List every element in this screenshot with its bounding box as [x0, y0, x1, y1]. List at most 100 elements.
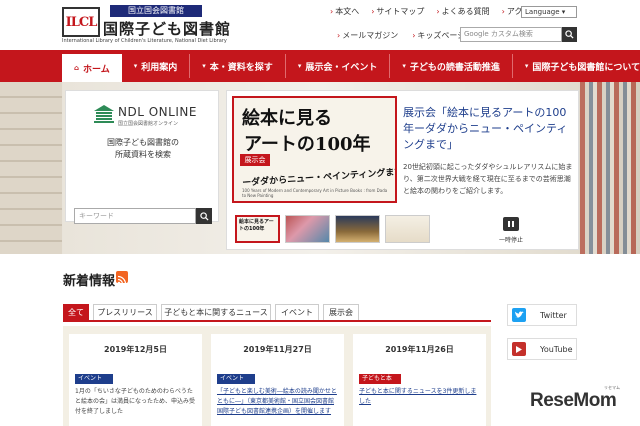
news-category-badge: イベント — [75, 374, 113, 384]
util-link-kids[interactable]: › キッズページ — [412, 30, 465, 41]
nav-item-label: 本・資料を探す — [209, 62, 273, 73]
featured-exhibition-carousel: 絵本に見る アートの100年 展示会 ーダダからニュー・ペインティングまで 10… — [226, 90, 579, 250]
nav-item-label: 子どもの読書活動推進 — [409, 62, 500, 73]
nav-item-guide[interactable]: ▾ 利用案内 — [122, 54, 191, 78]
youtube-icon — [512, 342, 526, 356]
util-link-sitemap[interactable]: › サイトマップ — [371, 6, 424, 17]
utility-links-secondary: › メールマガジン › キッズページ — [337, 30, 465, 41]
pause-icon — [508, 221, 510, 227]
arrow-icon: › — [412, 31, 416, 40]
home-icon: ⌂ — [74, 64, 80, 72]
news-link[interactable]: 子どもと本に関するニュースを3件更新しました — [359, 387, 481, 407]
ndl-online-subtitle: 国立国会図書館オンライン — [118, 121, 179, 127]
news-card[interactable]: 2019年11月26日 子どもと本 子どもと本に関するニュースを3件更新しました — [353, 334, 486, 426]
nav-item-home[interactable]: ⌂ ホーム — [62, 54, 122, 82]
youtube-label: YouTube — [540, 344, 573, 354]
nav-item-reading-promotion[interactable]: ▾ 子どもの読書活動推進 — [390, 54, 513, 78]
nav-item-label: 利用案内 — [141, 62, 178, 73]
exhibition-title-link[interactable]: 展示会「絵本に見るアートの100年ーダダからニュー・ペインティングまで」 — [403, 105, 575, 153]
site-logo[interactable]: ILCL — [62, 7, 100, 37]
ndl-desc-line: 国際子ども図書館の — [107, 138, 179, 147]
nav-item-label: 国際子ども図書館について — [532, 62, 640, 73]
hero-background-photo-right — [580, 82, 640, 254]
poster-english-subtitle: 100 Years of Modern and Contemporary Art… — [242, 188, 388, 198]
site-header: ILCL 国立国会図書館 国際子ども図書館 International Libr… — [0, 0, 640, 50]
util-link-faq[interactable]: › よくある質問 — [436, 6, 489, 17]
play-icon — [516, 345, 522, 353]
search-icon — [565, 30, 574, 39]
util-link-label: よくある質問 — [441, 7, 490, 16]
ndl-online-search-panel: NDL ONLINE 国立国会図書館オンライン 国際子ども図書館の 所蔵資料を検… — [65, 90, 220, 224]
util-link-label: メールマガジン — [342, 31, 399, 40]
arrow-icon: › — [330, 7, 334, 16]
tab-all[interactable]: 全て — [63, 304, 89, 320]
news-card[interactable]: 2019年11月27日 イベント 「子どもと楽しむ美術―絵本の読み聞かせとともに… — [211, 334, 344, 426]
ndl-search-button[interactable] — [196, 208, 212, 224]
news-text: 1月の「ちいさな子どものためのわらべうたと絵本の会」は満員になったため、申込み受… — [75, 388, 196, 415]
carousel-thumb[interactable] — [285, 215, 330, 243]
chevron-down-icon: ▾ — [297, 62, 302, 70]
news-list: 2019年12月5日 イベント 1月の「ちいさな子どものためのわらべうたと絵本の… — [63, 326, 491, 426]
parent-org-label: 国立国会図書館 — [110, 5, 202, 17]
twitter-bird-icon — [514, 311, 524, 318]
site-search-input[interactable]: Google カスタム検索 — [460, 27, 562, 42]
twitter-label: Twitter — [540, 310, 567, 320]
rss-feed-icon — [117, 275, 127, 285]
site-search-button[interactable] — [562, 27, 577, 42]
nav-item-label: 展示会・イベント — [305, 62, 378, 73]
ndl-online-description: 国際子ども図書館の 所蔵資料を検索 — [66, 137, 220, 161]
ndl-keyword-input[interactable]: キーワード — [74, 208, 196, 224]
chevron-down-icon: ▾ — [202, 62, 206, 70]
ndl-logo-icon — [94, 105, 114, 123]
exhibition-poster[interactable]: 絵本に見る アートの100年 展示会 ーダダからニュー・ペインティングまで 10… — [232, 96, 397, 203]
news-tabs: 全て プレスリリース 子どもと本に関するニュース イベント 展示会 — [63, 304, 491, 322]
ndl-online-title[interactable]: NDL ONLINE — [118, 105, 197, 119]
arrow-icon: › — [501, 7, 505, 16]
tab-children-books-news[interactable]: 子どもと本に関するニュース — [161, 304, 271, 320]
exhibition-description: 20世紀初頭に起こったダダやシュルレアリスムに始まり、第二次世界大戦を経て現在に… — [403, 163, 573, 195]
language-select-label: Language — [525, 8, 560, 16]
news-card[interactable]: 2019年12月5日 イベント 1月の「ちいさな子どものためのわらべうたと絵本の… — [69, 334, 202, 426]
nav-item-about[interactable]: ▾ 国際子ども図書館について — [513, 54, 640, 78]
tab-exhibitions[interactable]: 展示会 — [323, 304, 359, 320]
news-link[interactable]: 「子どもと楽しむ美術―絵本の読み聞かせとともに―」（東京都美術館・国立国会図書館… — [217, 387, 339, 417]
util-link-newsletter[interactable]: › メールマガジン — [337, 30, 398, 41]
carousel-pause-label: 一時停止 — [499, 237, 524, 244]
util-link-label: 本文へ — [335, 7, 360, 16]
nav-item-search-materials[interactable]: ▾ 本・資料を探す — [190, 54, 286, 78]
carousel-thumb[interactable] — [385, 215, 430, 243]
utility-links: ›本文へ ›サイトマップ ›よくある質問 ›アクセス — [330, 6, 538, 17]
util-link-label: サイトマップ — [376, 7, 425, 16]
ndl-desc-line: 所蔵資料を検索 — [115, 150, 171, 159]
arrow-icon: › — [371, 7, 375, 16]
nav-item-label: ホーム — [83, 64, 110, 75]
news-heading: 新着情報 — [63, 274, 116, 289]
main-nav: ⌂ ホーム ▾ 利用案内 ▾ 本・資料を探す ▾ 展示会・イベント ▾ 子どもの読書活動推… — [0, 50, 640, 82]
twitter-link[interactable]: Twitter — [507, 304, 577, 326]
thumb-label: 絵本に見るアートの100年 — [239, 219, 274, 232]
util-link-label: キッズページ — [417, 31, 466, 40]
arrow-icon: › — [436, 7, 440, 16]
site-title[interactable]: 国際子ども図書館 — [103, 18, 231, 39]
hero-background-photo-left — [0, 82, 62, 254]
language-select[interactable]: Language ▾ — [521, 6, 577, 18]
carousel-pause-button[interactable] — [503, 217, 519, 231]
carousel-thumbnails: 絵本に見るアートの100年 — [235, 215, 430, 243]
search-icon — [199, 211, 209, 221]
youtube-link[interactable]: YouTube — [507, 338, 577, 360]
carousel-thumb[interactable]: 絵本に見るアートの100年 — [235, 215, 280, 243]
poster-title-line: 絵本に見る — [242, 108, 332, 129]
news-category-badge: 子どもと本 — [359, 374, 401, 384]
news-date: 2019年11月27日 — [243, 345, 312, 354]
chevron-down-icon: ▾ — [561, 8, 566, 16]
rss-icon[interactable] — [116, 271, 128, 285]
nav-item-exhibitions[interactable]: ▾ 展示会・イベント — [286, 54, 391, 78]
poster-subtitle: ーダダからニュー・ペインティングまで — [241, 167, 397, 189]
chevron-down-icon: ▾ — [524, 62, 529, 70]
tab-press-release[interactable]: プレスリリース — [93, 304, 157, 320]
pause-icon — [512, 221, 514, 227]
util-link-skip[interactable]: › 本文へ — [330, 6, 359, 17]
chevron-down-icon: ▾ — [133, 62, 138, 70]
carousel-thumb[interactable] — [335, 215, 380, 243]
tab-events[interactable]: イベント — [275, 304, 319, 320]
